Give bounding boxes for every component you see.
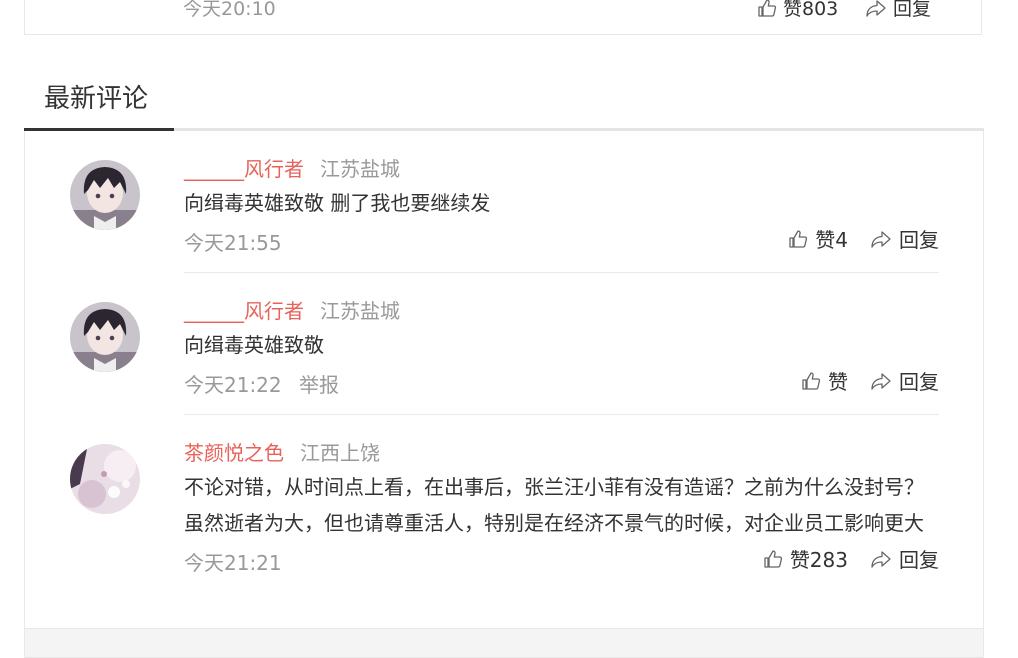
comment-meta: ______风行者 江苏盐城 [184,291,939,327]
like-label: 赞283 [789,548,848,572]
thumbs-up-icon [764,549,782,568]
reply-button[interactable]: 回复 [870,366,939,395]
comment-time: 今天20:10 [183,0,276,20]
comment-time: 今天21:22 [184,373,282,397]
like-button[interactable]: 赞803 [757,0,838,21]
user-name[interactable]: ______风行者 [184,153,304,182]
report-button[interactable]: 举报 [299,369,339,398]
like-button[interactable]: 赞 [801,366,848,395]
like-button[interactable]: 赞283 [763,544,848,573]
reply-arrow-icon [871,230,891,248]
comment-text: 不论对错，从时间点上看，在出事后，张兰汪小菲有没有造谣？之前为什么没封号？虽然逝… [184,475,924,535]
reply-arrow-icon [866,0,886,17]
user-avatar-image [70,160,140,230]
previous-comment-card: 今天20:10 赞803 回复 [24,0,982,35]
comment-meta: 茶颜悦之色 江西上饶 [184,433,939,469]
load-more-bar[interactable] [24,628,984,658]
comment-footer: 今天21:21 赞283 回复 [184,541,939,577]
reply-arrow-icon [871,372,891,390]
reply-button[interactable]: 回复 [865,0,931,21]
comment-list: ______风行者 江苏盐城 向缉毒英雄致敬 删了我也要继续发 今天21:55 … [24,131,984,629]
comment-text: 向缉毒英雄致敬 [184,333,324,357]
comment-meta: ______风行者 江苏盐城 [184,149,939,185]
reply-arrow-icon [871,550,891,568]
comment-time: 今天21:55 [184,231,282,255]
avatar[interactable] [70,160,140,230]
comment-footer: 今天21:22 举报 赞 回复 [184,363,939,399]
comment-actions: 赞283 回复 [763,544,939,573]
reply-button[interactable]: 回复 [870,224,939,253]
comment-footer: 今天21:55 赞4 回复 [184,221,939,257]
reply-label: 回复 [899,370,939,394]
comment-divider [184,414,939,415]
like-label: 赞 [828,370,848,394]
user-avatar-image [70,444,140,514]
like-button[interactable]: 赞4 [788,224,848,253]
thumbs-up-icon [789,229,808,248]
avatar[interactable] [70,302,140,372]
comment-body: 茶颜悦之色 江西上饶 不论对错，从时间点上看，在出事后，张兰汪小菲有没有造谣？之… [184,433,939,577]
avatar[interactable] [70,444,140,514]
user-name[interactable]: ______风行者 [184,295,304,324]
reply-label: 回复 [893,0,932,20]
comment-time: 今天21:21 [184,551,282,575]
section-title[interactable]: 最新评论 [44,78,148,115]
comment-actions: 赞4 回复 [788,224,939,253]
user-name[interactable]: 茶颜悦之色 [184,437,284,466]
comment-divider [184,272,939,273]
user-avatar-image [70,302,140,372]
like-label: 赞4 [815,228,848,252]
like-label: 赞803 [783,0,839,20]
user-location: 江苏盐城 [320,298,400,323]
thumbs-up-icon [802,371,821,390]
comment-body: ______风行者 江苏盐城 向缉毒英雄致敬 今天21:22 举报 赞 回复 [184,291,939,399]
reply-button[interactable]: 回复 [870,544,939,573]
reply-label: 回复 [899,548,939,572]
reply-label: 回复 [899,228,939,252]
comment-actions: 赞 回复 [801,366,939,395]
user-location: 江苏盐城 [320,156,400,181]
comment-text: 向缉毒英雄致敬 删了我也要继续发 [184,191,491,215]
user-location: 江西上饶 [300,440,380,465]
latest-comments-header: 最新评论 [24,68,984,131]
comment-body: ______风行者 江苏盐城 向缉毒英雄致敬 删了我也要继续发 今天21:55 … [184,149,939,257]
thumbs-up-icon [758,0,777,17]
